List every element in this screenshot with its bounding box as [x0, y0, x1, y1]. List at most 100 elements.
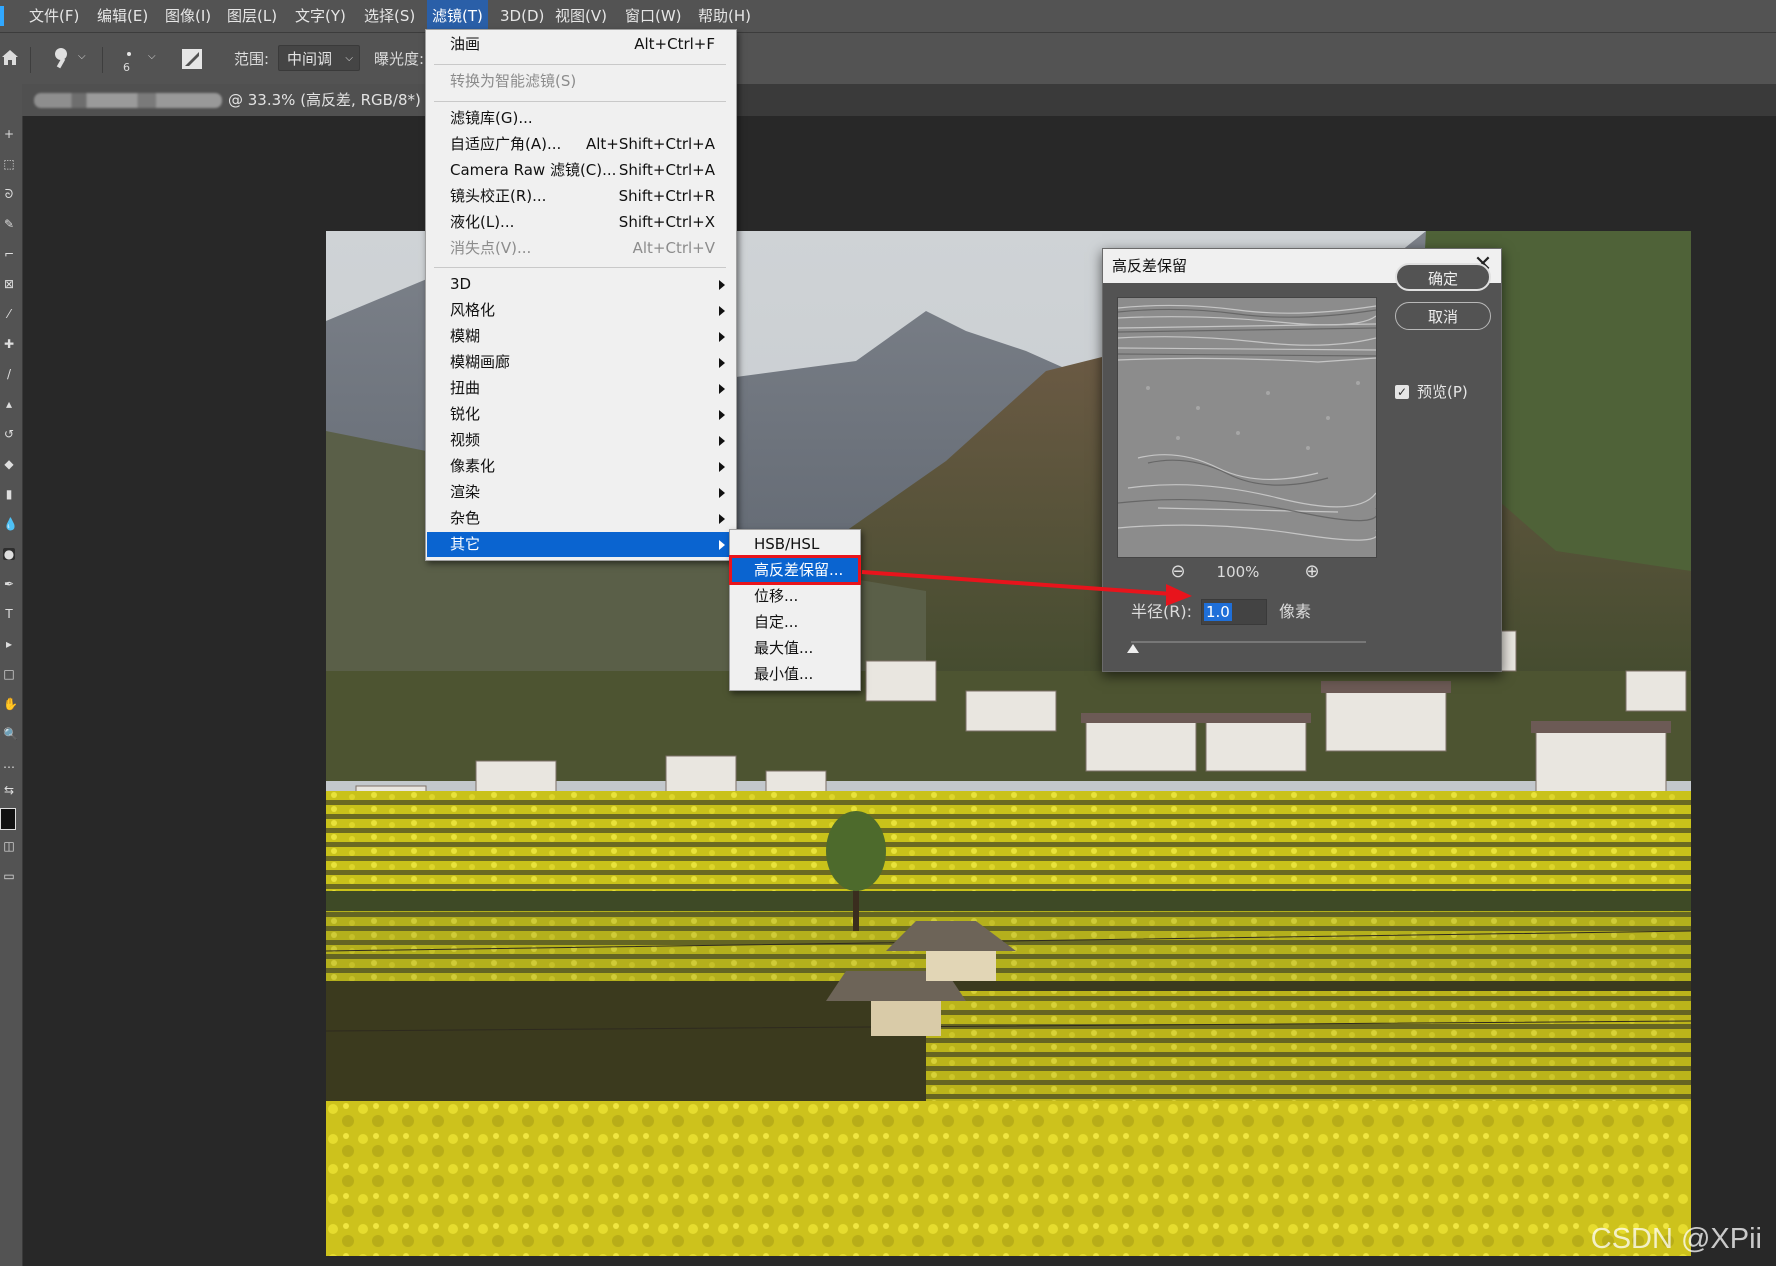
dodge-tool-icon[interactable]: ● — [3, 548, 15, 560]
preview-label: 预览(P) — [1417, 383, 1468, 401]
cancel-button[interactable]: 取消 — [1395, 302, 1491, 330]
path-select-tool-icon[interactable]: ▸ — [3, 638, 15, 650]
submenu-item-offset[interactable]: 位移... — [732, 584, 858, 608]
brush-tool-icon[interactable]: / — [3, 368, 15, 380]
blur-tool-icon[interactable]: 💧 — [3, 518, 18, 530]
menu-item-blur-gallery[interactable]: 模糊画廊 — [427, 350, 735, 375]
menu-item-convert-smart-filter: 转换为智能滤镜(S) — [450, 72, 577, 90]
move-tool-icon[interactable]: + — [3, 128, 15, 140]
menu-layer[interactable]: 图层(L) — [222, 0, 282, 32]
exposure-label: 曝光度: — [374, 50, 425, 68]
document-tab-bar: @ 33.3% (高反差, RGB/8*) * — [22, 84, 1776, 116]
chevron-down-icon[interactable]: ⌵ — [78, 51, 86, 62]
chevron-right-icon — [719, 306, 725, 316]
history-brush-icon[interactable]: ↺ — [3, 428, 15, 440]
dodge-tool-icon[interactable] — [48, 45, 74, 71]
preview-checkbox[interactable]: ✓ — [1395, 385, 1409, 399]
menu-item-blur[interactable]: 模糊 — [427, 324, 735, 349]
options-bar: ⌵ 6 ⌵ 范围: 中间调 ⌵ 曝光度: — [0, 32, 1776, 85]
chevron-right-icon — [719, 280, 725, 290]
pen-tool-icon[interactable]: ✒ — [3, 578, 15, 590]
submenu-item-minimum[interactable]: 最小值... — [732, 662, 858, 686]
foreground-color-swatch[interactable] — [0, 808, 16, 830]
menu-view[interactable]: 视图(V) — [550, 0, 612, 32]
brush-settings-icon[interactable] — [180, 47, 204, 71]
menu-item-camera-raw[interactable]: Camera Raw 滤镜(C)... Shift+Ctrl+A — [427, 158, 735, 183]
screen-mode-icon[interactable]: ▭ — [3, 870, 15, 882]
radius-input[interactable]: 1.0 — [1201, 599, 1267, 625]
lasso-tool-icon[interactable]: ᘐ — [3, 188, 15, 200]
range-label: 范围: — [234, 50, 270, 68]
high-pass-dialog: 高反差保留 ✕ 确定 取消 ✓ 预览(P) ⊖ 100% ⊕ — [1102, 248, 1502, 672]
menu-item-oil-paint[interactable]: 油画 Alt+Ctrl+F — [427, 32, 735, 57]
menu-help[interactable]: 帮助(H) — [693, 0, 756, 32]
menu-item-stylize[interactable]: 风格化 — [427, 298, 735, 323]
brush-preview-icon[interactable] — [124, 45, 134, 56]
document-title: @ 33.3% (高反差, RGB/8*) * — [228, 91, 434, 109]
other-submenu: HSB/HSL 高反差保留... 位移... 自定... 最大值... 最小值.… — [729, 529, 861, 691]
rectangle-tool-icon[interactable]: □ — [3, 668, 15, 680]
menu-filter[interactable]: 滤镜(T) — [427, 0, 488, 32]
watermark: CSDN @XPii — [1590, 1223, 1762, 1255]
dialog-title: 高反差保留 — [1112, 257, 1188, 275]
ok-button[interactable]: 确定 — [1395, 263, 1491, 291]
filter-menu: 油画 Alt+Ctrl+F 转换为智能滤镜(S) 滤镜库(G)... 自适应广角(… — [425, 29, 737, 561]
swap-colors-icon[interactable]: ⇆ — [3, 784, 15, 796]
menu-item-lens-correction[interactable]: 镜头校正(R)... Shift+Ctrl+R — [427, 184, 735, 209]
submenu-item-custom[interactable]: 自定... — [732, 610, 858, 634]
menu-file[interactable]: 文件(F) — [24, 0, 84, 32]
eraser-tool-icon[interactable]: ◆ — [3, 458, 15, 470]
home-icon[interactable] — [0, 47, 20, 67]
menu-image[interactable]: 图像(I) — [160, 0, 216, 32]
menu-item-liquify[interactable]: 液化(L)... Shift+Ctrl+X — [427, 210, 735, 235]
submenu-item-hsb-hsl[interactable]: HSB/HSL — [732, 532, 858, 556]
menu-item-filter-gallery[interactable]: 滤镜库(G)... — [427, 106, 735, 131]
type-tool-icon[interactable]: T — [3, 608, 15, 620]
more-tools-icon[interactable]: … — [3, 758, 15, 770]
zoom-tool-icon[interactable]: 🔍 — [3, 728, 18, 740]
document-tab[interactable]: @ 33.3% (高反差, RGB/8*) * — [22, 84, 442, 116]
chevron-right-icon — [719, 540, 725, 550]
zoom-out-icon[interactable]: ⊖ — [1168, 562, 1188, 582]
filter-preview[interactable] — [1117, 297, 1377, 558]
chevron-right-icon — [719, 384, 725, 394]
menu-3d[interactable]: 3D(D) — [495, 0, 549, 32]
menu-item-other[interactable]: 其它 — [427, 532, 735, 557]
marquee-tool-icon[interactable]: ⬚ — [3, 158, 15, 170]
menu-item-adaptive-wide-angle[interactable]: 自适应广角(A)... Alt+Shift+Ctrl+A — [427, 132, 735, 157]
menu-item-render[interactable]: 渲染 — [427, 480, 735, 505]
menu-type[interactable]: 文字(Y) — [290, 0, 351, 32]
chevron-right-icon — [719, 462, 725, 472]
app-logo — [0, 6, 4, 26]
menu-edit[interactable]: 编辑(E) — [92, 0, 153, 32]
range-dropdown[interactable]: 中间调 ⌵ — [278, 45, 360, 71]
menu-item-pixelate[interactable]: 像素化 — [427, 454, 735, 479]
menu-item-noise[interactable]: 杂色 — [427, 506, 735, 531]
quick-mask-icon[interactable]: ◫ — [3, 840, 15, 852]
radius-label: 半径(R): — [1131, 602, 1192, 621]
radius-slider-handle[interactable] — [1127, 644, 1139, 653]
menu-item-video[interactable]: 视频 — [427, 428, 735, 453]
submenu-item-maximum[interactable]: 最大值... — [732, 636, 858, 660]
chevron-down-icon[interactable]: ⌵ — [148, 51, 156, 62]
zoom-in-icon[interactable]: ⊕ — [1302, 562, 1322, 582]
healing-tool-icon[interactable]: ✚ — [3, 338, 15, 350]
frame-tool-icon[interactable]: ⊠ — [3, 278, 15, 290]
submenu-item-high-pass[interactable]: 高反差保留... — [729, 555, 861, 585]
eyedropper-tool-icon[interactable]: ⁄ — [3, 308, 15, 320]
stamp-tool-icon[interactable]: ▴ — [3, 398, 15, 410]
zoom-level: 100% — [1216, 563, 1260, 581]
chevron-right-icon — [719, 358, 725, 368]
hand-tool-icon[interactable]: ✋ — [3, 698, 18, 710]
range-value: 中间调 — [287, 50, 333, 68]
menu-window[interactable]: 窗口(W) — [620, 0, 687, 32]
menu-item-3d[interactable]: 3D — [427, 272, 735, 297]
quick-select-tool-icon[interactable]: ✎ — [3, 218, 15, 230]
menu-select[interactable]: 选择(S) — [359, 0, 420, 32]
crop-tool-icon[interactable]: ⌐ — [3, 248, 15, 260]
menu-item-sharpen[interactable]: 锐化 — [427, 402, 735, 427]
blurred-filename — [34, 93, 222, 108]
gradient-tool-icon[interactable]: ▮ — [3, 488, 15, 500]
menu-item-distort[interactable]: 扭曲 — [427, 376, 735, 401]
radius-slider-track[interactable] — [1131, 641, 1366, 643]
